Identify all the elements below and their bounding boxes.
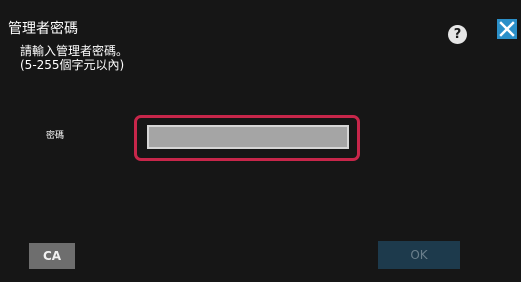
ok-button[interactable]: OK xyxy=(378,241,460,269)
help-icon[interactable]: ? xyxy=(448,25,467,44)
instruction-text: 請輸入管理者密碼。 (5-255個字元以內) xyxy=(20,44,128,72)
password-dialog: 管理者密碼 請輸入管理者密碼。 (5-255個字元以內) ? 密碼 CA OK xyxy=(0,0,521,282)
instruction-line-1: 請輸入管理者密碼。 xyxy=(20,44,129,58)
password-field[interactable] xyxy=(147,125,349,149)
instruction-line-2: (5-255個字元以內) xyxy=(20,58,125,72)
close-button[interactable] xyxy=(497,19,517,39)
password-label: 密碼 xyxy=(46,131,65,141)
close-icon xyxy=(499,21,515,37)
dialog-title: 管理者密碼 xyxy=(8,21,78,37)
clear-all-button[interactable]: CA xyxy=(29,243,75,269)
